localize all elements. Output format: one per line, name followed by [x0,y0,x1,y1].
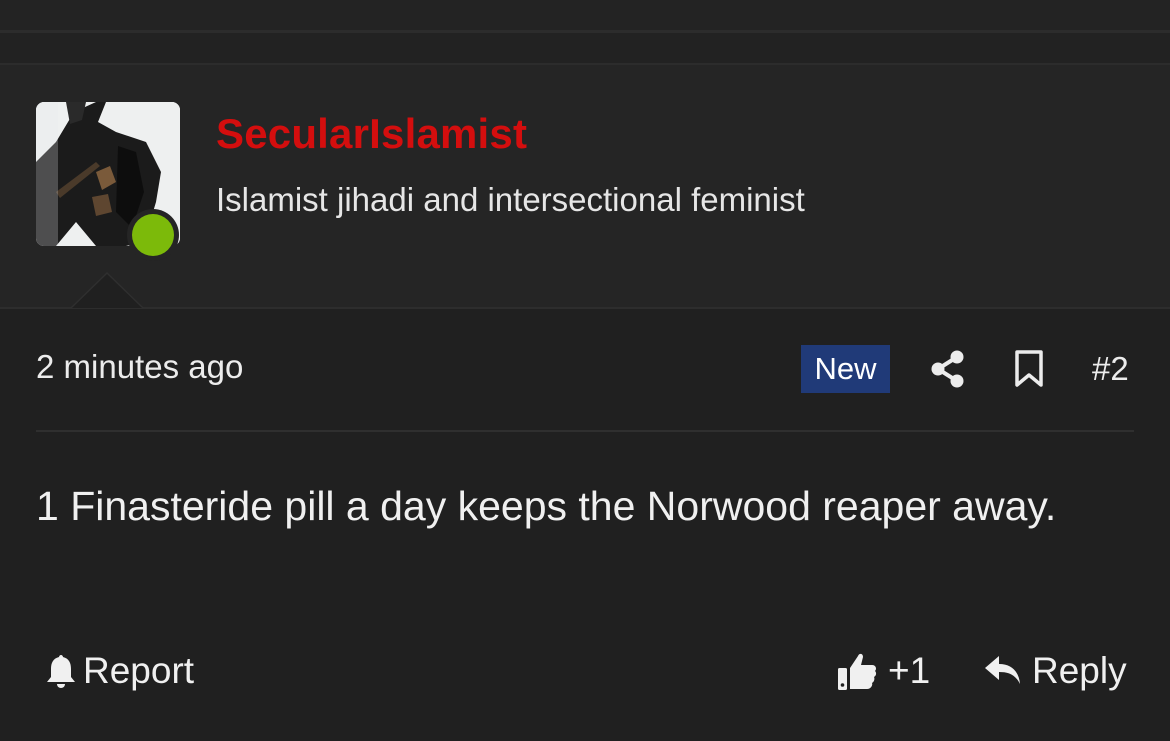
bell-icon [47,655,75,688]
post-timestamp[interactable]: 2 minutes ago [36,348,243,386]
online-status-indicator [127,209,179,261]
divider [36,430,1134,432]
like-button[interactable]: +1 [836,648,930,694]
post-number[interactable]: #2 [1092,350,1129,388]
post-gap [0,33,1170,63]
share-icon[interactable] [930,350,966,388]
user-title: Islamist jihadi and intersectional femin… [216,181,805,218]
report-button[interactable]: Report [45,648,194,694]
post-body: 1 Finasteride pill a day keeps the Norwo… [36,483,1057,529]
post-page: SecularIslamist Islamist jihadi and inte… [0,0,1170,741]
previous-post-edge [0,0,1170,30]
report-label: Report [83,650,195,691]
reply-arrow-icon [985,656,1020,684]
divider [0,307,1170,309]
header-pointer [72,274,142,308]
thumbs-up-icon [838,653,877,690]
like-count: +1 [888,650,931,691]
username[interactable]: SecularIslamist [216,110,527,158]
reply-label: Reply [1032,650,1127,691]
reply-button[interactable]: Reply [984,648,1127,694]
bookmark-icon[interactable] [1013,350,1045,388]
new-badge: New [801,345,890,393]
